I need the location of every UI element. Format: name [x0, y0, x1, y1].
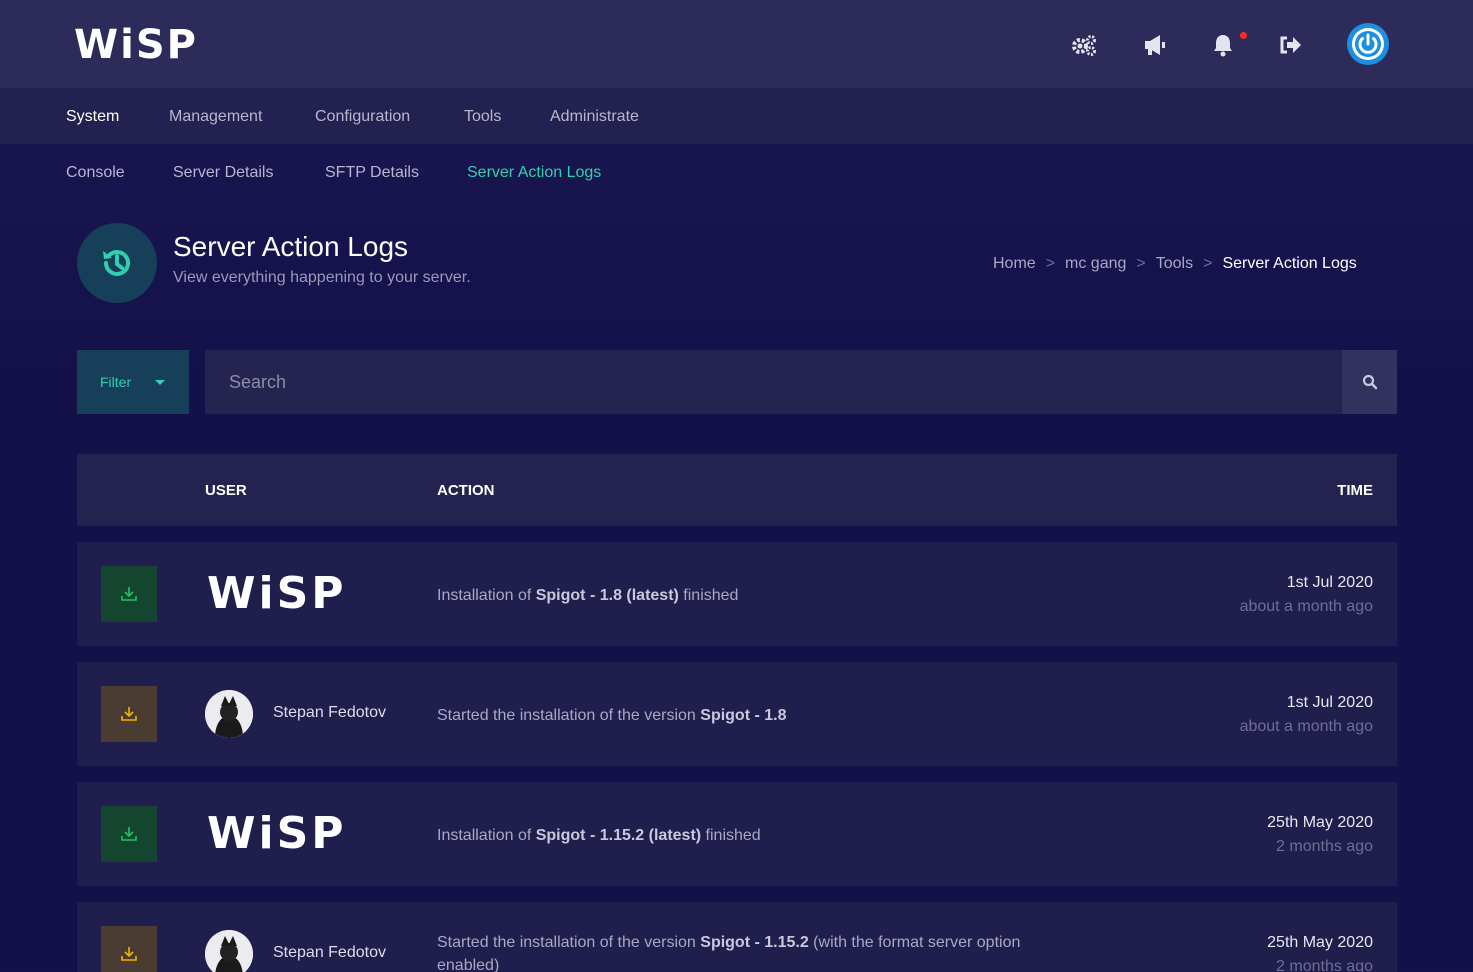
- sign-out-icon[interactable]: [1275, 30, 1305, 60]
- nav-item-management[interactable]: Management: [169, 108, 262, 126]
- breadcrumb-item-home[interactable]: Home: [993, 255, 1036, 272]
- log-relative-time: 2 months ago: [1276, 838, 1373, 855]
- nav-item-administrate[interactable]: Administrate: [550, 108, 639, 126]
- wisp-user-logo: WiSP: [207, 808, 347, 859]
- nav-item-configuration[interactable]: Configuration: [315, 108, 410, 126]
- filter-dropdown[interactable]: Filter: [77, 350, 189, 414]
- download-icon: [121, 587, 137, 601]
- caret-down-icon: [155, 379, 166, 385]
- bell-icon[interactable]: [1208, 30, 1238, 60]
- megaphone-icon[interactable]: [1140, 30, 1170, 60]
- download-badge: [101, 926, 157, 972]
- table-header: USER ACTION TIME: [77, 454, 1397, 526]
- action-text: Installation of Spigot - 1.15.2 (latest)…: [437, 827, 761, 844]
- breadcrumb-item-server[interactable]: mc gang: [1065, 255, 1126, 272]
- download-badge: [101, 806, 157, 862]
- avatar[interactable]: [205, 930, 253, 972]
- breadcrumb: Home > mc gang > Tools > Server Action Logs: [993, 255, 1357, 273]
- nav-item-tools[interactable]: Tools: [464, 108, 501, 126]
- table-row[interactable]: Stepan Fedotov Started the installation …: [77, 662, 1397, 766]
- search-icon: [1362, 374, 1377, 390]
- breadcrumb-separator: >: [1136, 255, 1146, 272]
- power-icon[interactable]: [1347, 23, 1389, 65]
- subnav-item-server-details[interactable]: Server Details: [173, 164, 273, 182]
- log-date: 25th May 2020: [1267, 814, 1373, 831]
- history-icon: [77, 223, 157, 303]
- log-date: 1st Jul 2020: [1286, 694, 1373, 711]
- action-text: Started the installation of the version …: [437, 707, 787, 724]
- table-row[interactable]: Stepan Fedotov Started the installation …: [77, 902, 1397, 972]
- notification-dot: [1240, 32, 1247, 39]
- wisp-user-logo: WiSP: [207, 568, 347, 619]
- table-row[interactable]: WiSP Installation of Spigot - 1.8 (lates…: [77, 542, 1397, 646]
- user-name: Stepan Fedotov: [273, 944, 386, 961]
- nav-item-system[interactable]: System: [66, 108, 119, 126]
- log-relative-time: 2 months ago: [1276, 958, 1373, 972]
- breadcrumb-separator: >: [1203, 255, 1213, 272]
- avatar[interactable]: [205, 690, 253, 738]
- download-badge: [101, 686, 157, 742]
- gears-icon[interactable]: [1069, 30, 1099, 60]
- column-header-time: TIME: [1337, 482, 1373, 499]
- breadcrumb-separator: >: [1045, 255, 1056, 272]
- search-button[interactable]: [1342, 350, 1397, 414]
- log-relative-time: about a month ago: [1239, 598, 1373, 615]
- log-date: 1st Jul 2020: [1286, 574, 1373, 591]
- log-date: 25th May 2020: [1267, 934, 1373, 951]
- column-header-action: ACTION: [437, 482, 495, 499]
- breadcrumb-item-current: Server Action Logs: [1222, 255, 1357, 272]
- table-row[interactable]: WiSP Installation of Spigot - 1.15.2 (la…: [77, 782, 1397, 886]
- download-icon: [121, 707, 137, 721]
- download-badge: [101, 566, 157, 622]
- subnav-item-sftp-details[interactable]: SFTP Details: [325, 164, 419, 182]
- breadcrumb-item-tools[interactable]: Tools: [1156, 255, 1193, 272]
- page-title: Server Action Logs: [173, 231, 409, 262]
- wisp-logo[interactable]: WiSP: [74, 22, 198, 68]
- action-text: Started the installation of the version …: [437, 934, 1021, 972]
- primary-nav: System Management Configuration Tools Ad…: [0, 88, 1473, 144]
- subnav-item-server-action-logs[interactable]: Server Action Logs: [467, 164, 601, 182]
- log-relative-time: about a month ago: [1239, 718, 1373, 735]
- top-bar: WiSP: [0, 0, 1473, 88]
- column-header-user: USER: [205, 482, 247, 499]
- search-input[interactable]: [205, 350, 1343, 414]
- download-icon: [121, 827, 137, 841]
- download-icon: [121, 947, 137, 961]
- user-name: Stepan Fedotov: [273, 704, 386, 721]
- action-text: Installation of Spigot - 1.8 (latest) fi…: [437, 587, 739, 604]
- filter-label: Filter: [100, 374, 132, 390]
- page-subtitle: View everything happening to your server…: [173, 269, 471, 286]
- subnav-item-console[interactable]: Console: [66, 164, 125, 182]
